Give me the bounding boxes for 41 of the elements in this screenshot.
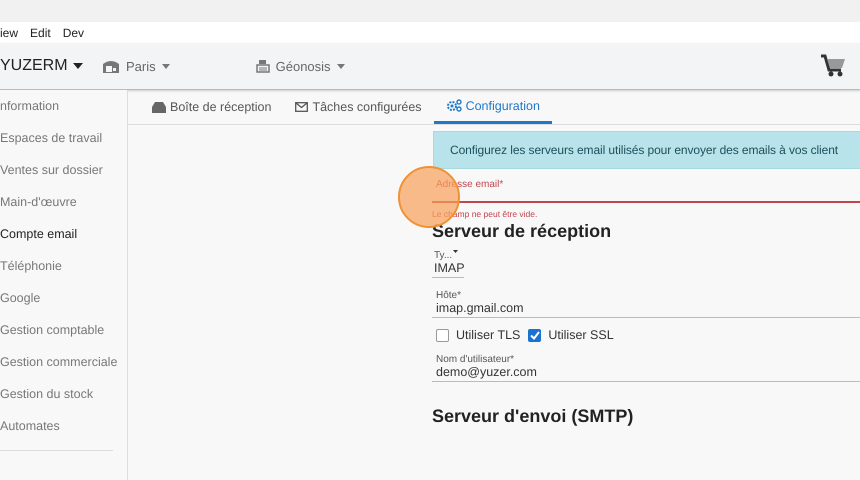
section-title: Serveur d'envoi (SMTP) — [432, 406, 634, 427]
sidebar-item[interactable]: Téléphonie — [0, 254, 127, 286]
caret-icon — [72, 63, 83, 69]
cash-register-icon — [256, 59, 270, 73]
site-dropdown[interactable]: Paris — [102, 58, 170, 74]
host-field[interactable]: Hôte* imap.gmail.com — [432, 286, 860, 318]
section-title: Serveur de réception — [432, 221, 612, 242]
caret-icon — [336, 64, 345, 68]
menu-item[interactable]: Edit — [30, 26, 51, 40]
sidebar-item[interactable]: Main-d'œuvre — [0, 190, 127, 222]
sidebar-item[interactable]: Gestion comptable — [0, 318, 127, 350]
building-icon — [102, 59, 120, 73]
envelope-icon — [295, 102, 308, 112]
sidebar-item[interactable]: Automates — [0, 414, 127, 446]
menu-item[interactable]: iew — [0, 26, 18, 40]
username-field[interactable]: Nom d'utilisateur* demo@yuzer.com — [432, 350, 860, 382]
cart-icon[interactable] — [820, 54, 846, 78]
inbox-icon — [152, 102, 166, 112]
checkbox-label: Utiliser TLS — [456, 328, 520, 342]
company-dropdown[interactable]: YUZERM — [0, 57, 100, 75]
caret-icon — [162, 64, 170, 68]
gears-icon — [446, 99, 462, 112]
caret-icon — [453, 250, 458, 253]
sidebar-item[interactable]: Espaces de travail — [0, 126, 127, 158]
sidebar-item[interactable]: Google — [0, 286, 127, 318]
tab[interactable]: Tâches configurées — [283, 90, 434, 124]
sidebar-item[interactable]: Gestion du stock — [0, 382, 127, 414]
sidebar-item[interactable]: nformation — [0, 94, 127, 126]
tab[interactable]: Configuration — [434, 90, 552, 124]
checkbox-label: Utiliser SSL — [548, 328, 614, 342]
checkbox[interactable] — [436, 328, 449, 342]
type-select[interactable]: Ty... IMAP — [432, 246, 464, 278]
checkbox[interactable] — [528, 328, 542, 342]
sidebar-item[interactable]: Ventes sur dossier — [0, 158, 127, 190]
tab[interactable]: Boîte de réception — [140, 90, 284, 124]
info-text: Configurez les serveurs email utilisés pour envoyer des emails à vos client — [450, 143, 838, 157]
field-label: Ty... — [434, 250, 452, 261]
menu-item[interactable]: Dev — [62, 26, 84, 40]
sidebar-item[interactable]: Compte email — [0, 222, 127, 254]
sidebar-item[interactable]: Gestion commerciale — [0, 350, 127, 382]
workshop-dropdown[interactable]: Géonosis — [256, 58, 345, 74]
